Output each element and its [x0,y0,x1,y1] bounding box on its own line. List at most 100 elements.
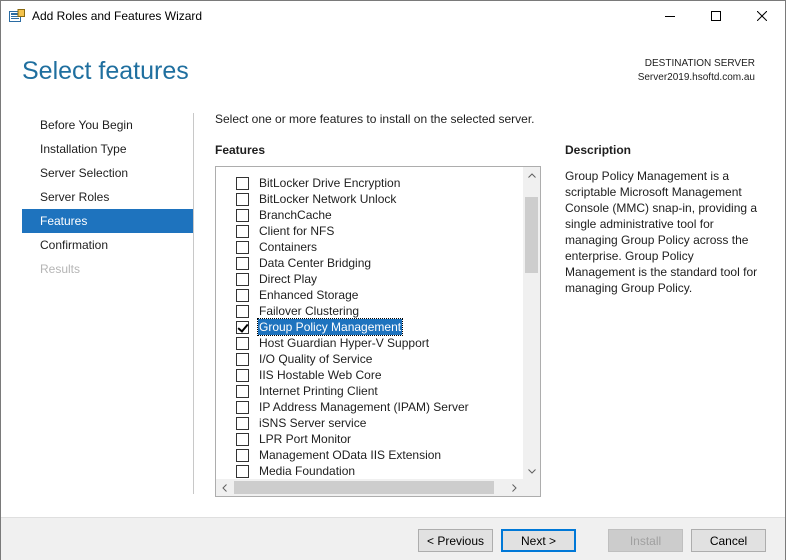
horizontal-scroll-thumb[interactable] [234,481,494,494]
feature-checkbox[interactable] [236,192,249,206]
feature-row[interactable]: Management OData IIS Extension [236,447,442,463]
feature-row[interactable]: Client for NFS [236,223,335,239]
destination-server-info: DESTINATION SERVER Server2019.hsoftd.com… [638,57,755,85]
feature-label: Media Foundation [259,464,356,478]
feature-row[interactable]: IP Address Management (IPAM) Server [236,399,470,415]
features-tree[interactable]: BitLocker Drive Encryption BitLocker Netw… [215,166,541,497]
feature-label: IIS Hostable Web Core [259,368,382,382]
wizard-window: Add Roles and Features Wizard Select fea… [0,0,786,560]
scroll-left-button[interactable] [216,479,233,496]
nav-item-features[interactable]: Features [22,209,193,233]
feature-row[interactable]: Internet Printing Client [236,383,379,399]
chevron-down-icon [527,469,536,474]
scroll-right-button[interactable] [506,479,523,496]
scroll-up-button[interactable] [523,167,540,184]
destination-label: DESTINATION SERVER [644,58,755,69]
chevron-right-icon [512,483,517,492]
feature-row[interactable]: Direct Play [236,271,318,287]
feature-checkbox[interactable] [236,176,249,190]
server-manager-icon [9,9,25,23]
feature-label: Enhanced Storage [259,288,359,302]
nav-divider [193,113,194,494]
feature-row[interactable]: Failover Clustering [236,303,360,319]
nav-item-server-roles[interactable]: Server Roles [22,185,193,209]
destination-server-name: Server2019.hsoftd.com.au [637,72,755,83]
feature-row[interactable]: Enhanced Storage [236,287,359,303]
maximize-button[interactable] [693,1,739,31]
feature-checkbox[interactable] [236,400,249,414]
next-button[interactable]: Next > [501,529,576,552]
feature-label: I/O Quality of Service [259,352,373,366]
feature-label: Management OData IIS Extension [259,448,442,462]
feature-label: BranchCache [259,208,332,222]
close-button[interactable] [739,1,785,31]
vertical-scrollbar[interactable] [523,167,540,480]
feature-label: Data Center Bridging [259,256,372,270]
feature-checkbox[interactable] [236,320,249,334]
page-title: Select features [22,57,189,85]
chevron-left-icon [222,483,227,492]
minimize-button[interactable] [647,1,693,31]
feature-row[interactable]: BranchCache [236,207,333,223]
description-text: Group Policy Management is a scriptable … [565,169,758,295]
cancel-button[interactable]: Cancel [691,529,766,552]
nav-item-installation-type[interactable]: Installation Type [22,137,193,161]
feature-row[interactable]: iSNS Server service [236,415,367,431]
feature-label: Group Policy Management [256,318,404,336]
feature-label: IP Address Management (IPAM) Server [259,400,469,414]
feature-label: BitLocker Drive Encryption [259,176,401,190]
window-title: Add Roles and Features Wizard [32,9,203,23]
feature-row[interactable]: BitLocker Drive Encryption [236,175,401,191]
feature-checkbox[interactable] [236,336,249,350]
intro-text: Select one or more features to install o… [215,112,535,126]
vertical-scroll-thumb[interactable] [525,197,538,273]
feature-checkbox[interactable] [236,368,249,382]
feature-row[interactable]: IIS Hostable Web Core [236,367,383,383]
feature-label: Direct Play [259,272,318,286]
feature-label: LPR Port Monitor [259,432,352,446]
features-heading: Features [215,143,266,157]
feature-checkbox[interactable] [236,256,249,270]
close-icon [757,11,767,21]
nav-item-server-selection[interactable]: Server Selection [22,161,193,185]
feature-row[interactable]: Data Center Bridging [236,255,372,271]
feature-row[interactable]: Containers [236,239,318,255]
nav-item-confirmation[interactable]: Confirmation [22,233,193,257]
features-list: BitLocker Drive Encryption BitLocker Netw… [216,167,523,480]
feature-row[interactable]: BitLocker Network Unlock [236,191,397,207]
wizard-nav: Before You Begin Installation Type Serve… [22,113,193,281]
horizontal-scrollbar[interactable] [216,479,523,496]
feature-checkbox[interactable] [236,304,249,318]
feature-checkbox[interactable] [236,272,249,286]
feature-label: Containers [259,240,318,254]
nav-item-before-you-begin[interactable]: Before You Begin [22,113,193,137]
feature-checkbox[interactable] [236,240,249,254]
feature-row[interactable]: Host Guardian Hyper-V Support [236,335,430,351]
feature-row[interactable]: I/O Quality of Service [236,351,373,367]
feature-checkbox[interactable] [236,416,249,430]
nav-item-results: Results [40,262,81,276]
install-button: Install [608,529,683,552]
previous-button[interactable]: < Previous [418,529,493,552]
feature-checkbox[interactable] [236,224,249,238]
feature-checkbox[interactable] [236,288,249,302]
scroll-down-button[interactable] [523,463,540,480]
feature-label: Host Guardian Hyper-V Support [259,336,430,350]
feature-checkbox[interactable] [236,384,249,398]
feature-checkbox[interactable] [236,352,249,366]
feature-row[interactable]: Group Policy Management [236,318,404,336]
feature-checkbox[interactable] [236,464,249,478]
feature-checkbox[interactable] [236,208,249,222]
feature-label: iSNS Server service [259,416,367,430]
minimize-icon [665,16,675,17]
maximize-icon [711,11,721,21]
feature-label: Failover Clustering [259,304,360,318]
feature-label: Internet Printing Client [259,384,378,398]
scrollbar-corner [523,479,540,496]
feature-row[interactable]: LPR Port Monitor [236,431,352,447]
feature-checkbox[interactable] [236,432,249,446]
feature-row[interactable]: Media Foundation [236,463,356,479]
wizard-footer: < Previous Next > Install Cancel [1,517,785,560]
feature-checkbox[interactable] [236,448,249,462]
title-bar: Add Roles and Features Wizard [1,1,785,31]
